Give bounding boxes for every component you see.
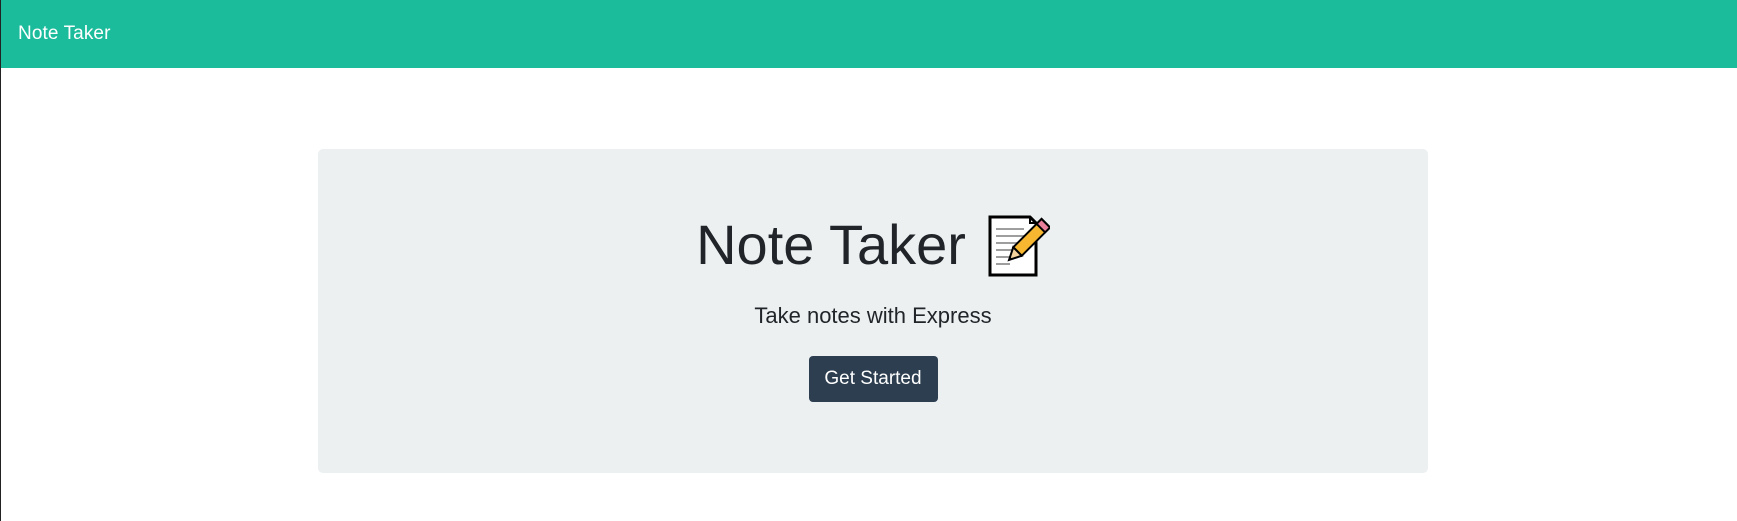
page: Note Taker Note Taker Take notes with Ex… <box>0 0 1737 521</box>
get-started-button[interactable]: Get Started <box>808 356 938 402</box>
navbar: Note Taker <box>1 0 1737 68</box>
hero-title-text: Note Taker <box>696 213 966 276</box>
navbar-brand[interactable]: Note Taker <box>18 23 111 45</box>
jumbotron: Note Taker Take notes with Express Get S… <box>318 149 1428 473</box>
memo-icon <box>984 213 1050 277</box>
hero-title: Note Taker <box>696 213 1050 277</box>
hero-subtitle: Take notes with Express <box>754 303 992 328</box>
